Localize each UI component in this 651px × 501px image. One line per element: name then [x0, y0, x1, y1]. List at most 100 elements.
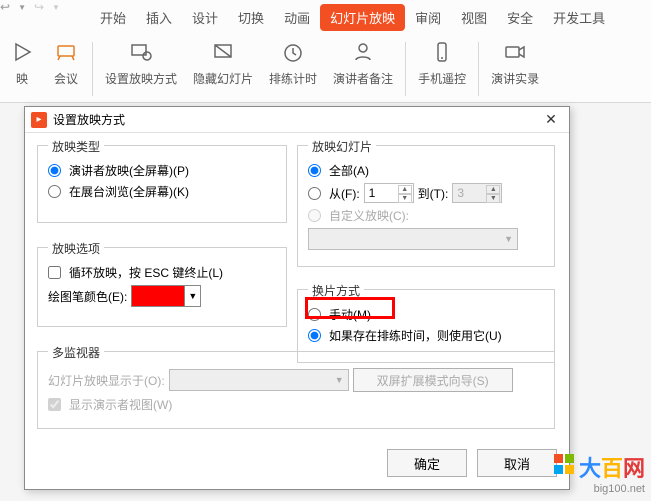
from-spinner[interactable]: 1▲▼: [364, 183, 414, 203]
monitor-group: 多监视器 幻灯片放映显示于(O): ▼ 双屏扩展模式向导(S) 显示演示者视图(…: [37, 351, 555, 429]
camera-icon: [501, 38, 529, 66]
ribbon-record-button[interactable]: 演讲实录: [483, 38, 547, 100]
qat-undo-icon[interactable]: ↩: [0, 0, 10, 14]
ribbon-setup-button[interactable]: 设置放映方式: [97, 38, 185, 100]
meeting-icon: [52, 38, 80, 66]
show-slides-group: 放映幻灯片 全部(A) 从(F): 1▲▼ 到(T): 3▲▼ 自定义放映(C)…: [297, 145, 555, 267]
color-swatch: [132, 286, 184, 306]
from-radio[interactable]: 从(F):: [308, 185, 360, 202]
ribbon-rehearse-button[interactable]: 排练计时: [261, 38, 325, 100]
monitor-title: 多监视器: [48, 344, 104, 361]
from-label: 从(F):: [329, 185, 360, 202]
watermark-sub: big100.net: [554, 483, 645, 495]
person-icon: [349, 38, 377, 66]
ribbon-separator: [478, 42, 479, 96]
browse-label: 在展台浏览(全屏幕)(K): [69, 183, 189, 200]
chevron-down-icon: ▼: [335, 375, 344, 385]
hide-icon: [209, 38, 237, 66]
ribbon-play-label: 映: [16, 70, 28, 87]
ok-button[interactable]: 确定: [387, 449, 467, 477]
watermark: 大百网 big100.net: [554, 451, 645, 495]
timings-label: 如果存在排练时间，则使用它(U): [329, 327, 502, 344]
dialog-icon: ▸: [31, 112, 47, 128]
manual-radio[interactable]: 手动(M): [308, 306, 371, 323]
loop-label: 循环放映，按 ESC 键终止(L): [69, 264, 223, 281]
ribbon-setup-label: 设置放映方式: [105, 70, 177, 87]
all-radio[interactable]: 全部(A): [308, 162, 369, 179]
custom-select: ▼: [308, 228, 518, 250]
ribbon-separator: [405, 42, 406, 96]
chevron-down-icon: ▼: [184, 286, 200, 306]
qat-redo-icon[interactable]: ↪: [34, 0, 44, 14]
show-options-title: 放映选项: [48, 240, 104, 257]
watermark-char: 网: [623, 456, 645, 481]
play-icon: [8, 38, 36, 66]
from-value: 1: [369, 186, 376, 200]
pen-color-label: 绘图笔颜色(E):: [48, 288, 127, 305]
setup-show-dialog: ▸ 设置放映方式 ✕ 放映类型 演讲者放映(全屏幕)(P) 在展台浏览(全屏幕)…: [24, 106, 570, 490]
tab-review[interactable]: 审阅: [405, 4, 451, 31]
pen-color-picker[interactable]: ▼: [131, 285, 201, 307]
ribbon-separator: [92, 42, 93, 96]
custom-radio: 自定义放映(C):: [308, 207, 409, 224]
ribbon-notes-button[interactable]: 演讲者备注: [325, 38, 401, 100]
chevron-down-icon: ▼: [504, 234, 513, 244]
presenter-label: 演讲者放映(全屏幕)(P): [69, 162, 189, 179]
to-label: 到(T):: [418, 185, 449, 202]
timings-radio[interactable]: 如果存在排练时间，则使用它(U): [308, 327, 502, 344]
tab-start[interactable]: 开始: [90, 4, 136, 31]
ribbon-commands: 映 会议 设置放映方式 隐藏幻灯片 排练计时 演讲者备注 手机遥控: [0, 32, 651, 102]
presenter-view-checkbox: 显示演示者视图(W): [48, 396, 172, 413]
close-button[interactable]: ✕: [539, 110, 563, 130]
tab-devtools[interactable]: 开发工具: [543, 4, 615, 31]
dual-screen-button[interactable]: 双屏扩展模式向导(S): [353, 368, 513, 392]
ribbon-hide-label: 隐藏幻灯片: [193, 70, 253, 87]
dialog-body: 放映类型 演讲者放映(全屏幕)(P) 在展台浏览(全屏幕)(K) 放映幻灯片 全…: [25, 133, 569, 489]
ribbon-hide-button[interactable]: 隐藏幻灯片: [185, 38, 261, 100]
display-on-label: 幻灯片放映显示于(O):: [48, 372, 165, 389]
to-spinner[interactable]: 3▲▼: [452, 183, 502, 203]
dialog-title: 设置放映方式: [53, 111, 125, 128]
clock-icon: [279, 38, 307, 66]
show-type-group: 放映类型 演讲者放映(全屏幕)(P) 在展台浏览(全屏幕)(K): [37, 145, 287, 223]
watermark-logo-icon: [554, 454, 576, 479]
tab-design[interactable]: 设计: [182, 4, 228, 31]
ribbon-tabs: 开始 插入 设计 切换 动画 幻灯片放映 审阅 视图 安全 开发工具: [90, 4, 615, 31]
ribbon-meeting-button[interactable]: 会议: [44, 38, 88, 100]
manual-label: 手动(M): [329, 306, 371, 323]
presenter-view-label: 显示演示者视图(W): [69, 396, 172, 413]
ribbon-notes-label: 演讲者备注: [333, 70, 393, 87]
tab-security[interactable]: 安全: [497, 4, 543, 31]
loop-checkbox[interactable]: 循环放映，按 ESC 键终止(L): [48, 264, 223, 281]
show-type-title: 放映类型: [48, 138, 104, 155]
presenter-radio[interactable]: 演讲者放映(全屏幕)(P): [48, 162, 189, 179]
dialog-titlebar[interactable]: ▸ 设置放映方式 ✕: [25, 107, 569, 133]
ribbon-rehearse-label: 排练计时: [269, 70, 317, 87]
qat-dropdown-icon[interactable]: ▼: [18, 3, 26, 12]
to-value: 3: [457, 186, 464, 200]
tab-transition[interactable]: 切换: [228, 4, 274, 31]
qat-dropdown2-icon[interactable]: ▼: [52, 3, 60, 12]
show-slides-title: 放映幻灯片: [308, 138, 376, 155]
ribbon: ↩ ▼ ↪ ▼ 开始 插入 设计 切换 动画 幻灯片放映 审阅 视图 安全 开发…: [0, 0, 651, 103]
display-select: ▼: [169, 369, 349, 391]
tab-insert[interactable]: 插入: [136, 4, 182, 31]
ribbon-record-label: 演讲实录: [491, 70, 539, 87]
watermark-char: 百: [601, 456, 623, 481]
advance-title: 换片方式: [308, 282, 364, 299]
browse-radio[interactable]: 在展台浏览(全屏幕)(K): [48, 183, 189, 200]
ribbon-mobile-button[interactable]: 手机遥控: [410, 38, 474, 100]
tab-animation[interactable]: 动画: [274, 4, 320, 31]
tab-slideshow[interactable]: 幻灯片放映: [320, 4, 405, 31]
ribbon-play-button[interactable]: 映: [0, 38, 44, 100]
ribbon-mobile-label: 手机遥控: [418, 70, 466, 87]
show-options-group: 放映选项 循环放映，按 ESC 键终止(L) 绘图笔颜色(E): ▼: [37, 247, 287, 327]
setup-icon: [127, 38, 155, 66]
ribbon-meeting-label: 会议: [54, 70, 78, 87]
all-label: 全部(A): [329, 162, 369, 179]
tab-view[interactable]: 视图: [451, 4, 497, 31]
phone-icon: [428, 38, 456, 66]
cancel-button[interactable]: 取消: [477, 449, 557, 477]
custom-label: 自定义放映(C):: [329, 207, 409, 224]
watermark-char: 大: [579, 456, 601, 481]
